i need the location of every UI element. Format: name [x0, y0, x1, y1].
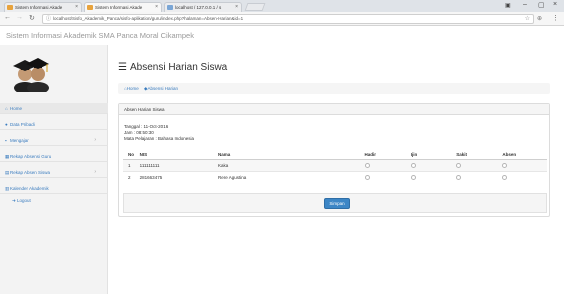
favicon-icon: [7, 5, 13, 10]
table-header-row: No NIS Nama Hadir Ijin Sakit Absen: [123, 150, 547, 160]
site-title: Sistem Informasi Akademik SMA Panca Mora…: [6, 31, 194, 40]
breadcrumb: ⌂Home ◆Absensi Harian: [118, 83, 550, 94]
sidebar-item-rekap-absensi-guru[interactable]: ▦Rekap Absensi Guru: [0, 151, 108, 162]
cell-nis: 111111111: [137, 158, 216, 171]
reload-icon[interactable]: ↻: [29, 14, 35, 22]
radio-hadir[interactable]: [364, 174, 370, 180]
panel-heading: Absen Harian Siswa: [119, 104, 549, 115]
table-icon: ▦: [5, 154, 10, 159]
back-icon[interactable]: ←: [4, 14, 11, 21]
column-header-hadir: Hadir: [362, 150, 409, 160]
chevron-right-icon: ›: [94, 137, 96, 143]
menu-bars-icon: ☰: [118, 62, 127, 73]
sidebar-item-logout[interactable]: ➜Logout: [0, 195, 108, 206]
cell-nama: Rere Agustina: [215, 170, 363, 183]
attendance-panel: Absen Harian Siswa Tanggal : 11-Oct-2016…: [118, 103, 550, 217]
sidebar-item-label: Data Pribadi: [10, 122, 35, 127]
save-button[interactable]: Simpan: [324, 198, 350, 209]
sidebar-item-mengajar[interactable]: ▪ Mengajar ›: [0, 135, 108, 146]
column-header-nis: NIS: [137, 150, 216, 160]
browser-tab-label: Sistem Informasi Akade: [15, 5, 63, 10]
radio-ijin[interactable]: [410, 162, 416, 168]
close-icon[interactable]: ×: [75, 3, 78, 12]
column-header-absen: Absen: [500, 150, 547, 160]
minimize-icon[interactable]: –: [523, 1, 527, 8]
sidebar-item-label: Home: [10, 106, 23, 111]
browser-tab-1[interactable]: Sistem Informasi Akade ×: [4, 2, 82, 12]
url-text: localhost/Sisfo_Akademik_Panca/sisfo-apl…: [53, 16, 244, 21]
sidebar-item-label: Logout: [17, 198, 31, 203]
table-row: 1 111111111 Kaka: [123, 158, 547, 171]
radio-absen[interactable]: [502, 174, 508, 180]
info-icon: ⓘ: [46, 16, 52, 22]
page-title: ☰ Absensi Harian Siswa: [118, 62, 227, 73]
sidebar-item-data-pribadi[interactable]: ● Data Pribadi: [0, 119, 108, 130]
chevron-right-icon: ›: [94, 169, 96, 175]
table-row: 2 281663475 Rere Agustina: [123, 170, 547, 183]
sidebar-item-rekap-absen-siswa[interactable]: ▤Rekap Absen Siswa ›: [0, 167, 108, 178]
attendance-table: No NIS Nama Hadir Ijin Sakit Absen 1 111…: [123, 150, 547, 183]
maximize-icon[interactable]: ▢: [538, 1, 545, 9]
column-header-sakit: Sakit: [454, 150, 501, 160]
browser-tab-2[interactable]: Sistem Informasi Akade ×: [84, 2, 162, 12]
subject-text: Mata Pelajaran : Bahasa Indonesia: [124, 136, 195, 141]
sidebar-item-label: Rekap Absensi Guru: [10, 154, 52, 159]
radio-ijin[interactable]: [410, 174, 416, 180]
close-icon[interactable]: ×: [235, 3, 238, 12]
cell-no: 1: [123, 158, 138, 171]
breadcrumb-home[interactable]: ⌂Home: [124, 86, 139, 91]
browser-tab-3[interactable]: localhost / 127.0.0.1 / s ×: [164, 2, 242, 12]
url-input[interactable]: ⓘ localhost/Sisfo_Akademik_Panca/sisfo-a…: [42, 14, 534, 24]
forward-icon[interactable]: →: [16, 14, 23, 21]
sidebar: ⌂ Home ● Data Pribadi ▪ Mengajar › ▦Rekap A…: [0, 45, 108, 294]
zoom-icon[interactable]: ⊕: [537, 15, 542, 22]
browser-tab-bar: Sistem Informasi Akade × Sistem Informas…: [0, 0, 564, 12]
user-icon[interactable]: ▣: [505, 2, 511, 9]
close-window-icon[interactable]: ×: [553, 1, 557, 8]
favicon-icon: [87, 5, 93, 10]
form-footer: Simpan: [123, 193, 547, 213]
radio-sakit[interactable]: [456, 162, 462, 168]
close-icon[interactable]: ×: [155, 3, 158, 12]
favicon-icon: [167, 5, 173, 10]
time-text: Jam : 08:50:30: [124, 130, 154, 135]
column-header-no: No: [123, 150, 138, 160]
user-icon: ●: [5, 122, 8, 127]
graduates-logo-icon: [13, 58, 49, 92]
home-icon: ⌂: [5, 106, 8, 111]
calendar-icon: ▥: [5, 186, 10, 191]
new-tab-button[interactable]: [244, 3, 266, 11]
sidebar-item-home[interactable]: ⌂ Home: [0, 103, 108, 114]
breadcrumb-current-label: Absensi Harian: [147, 86, 178, 91]
breadcrumb-home-label: Home: [126, 86, 139, 91]
star-icon[interactable]: ☆: [525, 15, 530, 23]
sidebar-item-label: Mengajar: [10, 138, 29, 143]
cell-no: 2: [123, 170, 138, 183]
browser-tab-label: Sistem Informasi Akade: [95, 5, 143, 10]
chart-icon: ▤: [5, 170, 10, 175]
breadcrumb-current: ◆Absensi Harian: [144, 86, 178, 91]
sidebar-item-kalender-akademik[interactable]: ▥Kalender Akademik: [0, 183, 108, 194]
radio-sakit[interactable]: [456, 174, 462, 180]
radio-absen[interactable]: [502, 162, 508, 168]
column-header-ijin: Ijin: [408, 150, 455, 160]
radio-hadir[interactable]: [364, 162, 370, 168]
browser-tab-label: localhost / 127.0.0.1 / s: [175, 5, 222, 10]
sidebar-item-label: Rekap Absen Siswa: [10, 170, 51, 175]
cell-nis: 281663475: [137, 170, 216, 183]
page-title-text: Absensi Harian Siswa: [129, 62, 228, 73]
sidebar-item-label: Kalender Akademik: [10, 186, 49, 191]
logout-icon: ➜: [12, 198, 16, 203]
column-header-nama: Nama: [215, 150, 363, 160]
menu-icon[interactable]: ⋮: [552, 14, 559, 22]
cell-nama: Kaka: [215, 158, 363, 171]
briefcase-icon: ▪: [5, 138, 7, 143]
address-bar-area: ← → ↻ ⓘ localhost/Sisfo_Akademik_Panca/s…: [0, 12, 564, 26]
date-text: Tanggal : 11-Oct-2016: [124, 124, 169, 129]
